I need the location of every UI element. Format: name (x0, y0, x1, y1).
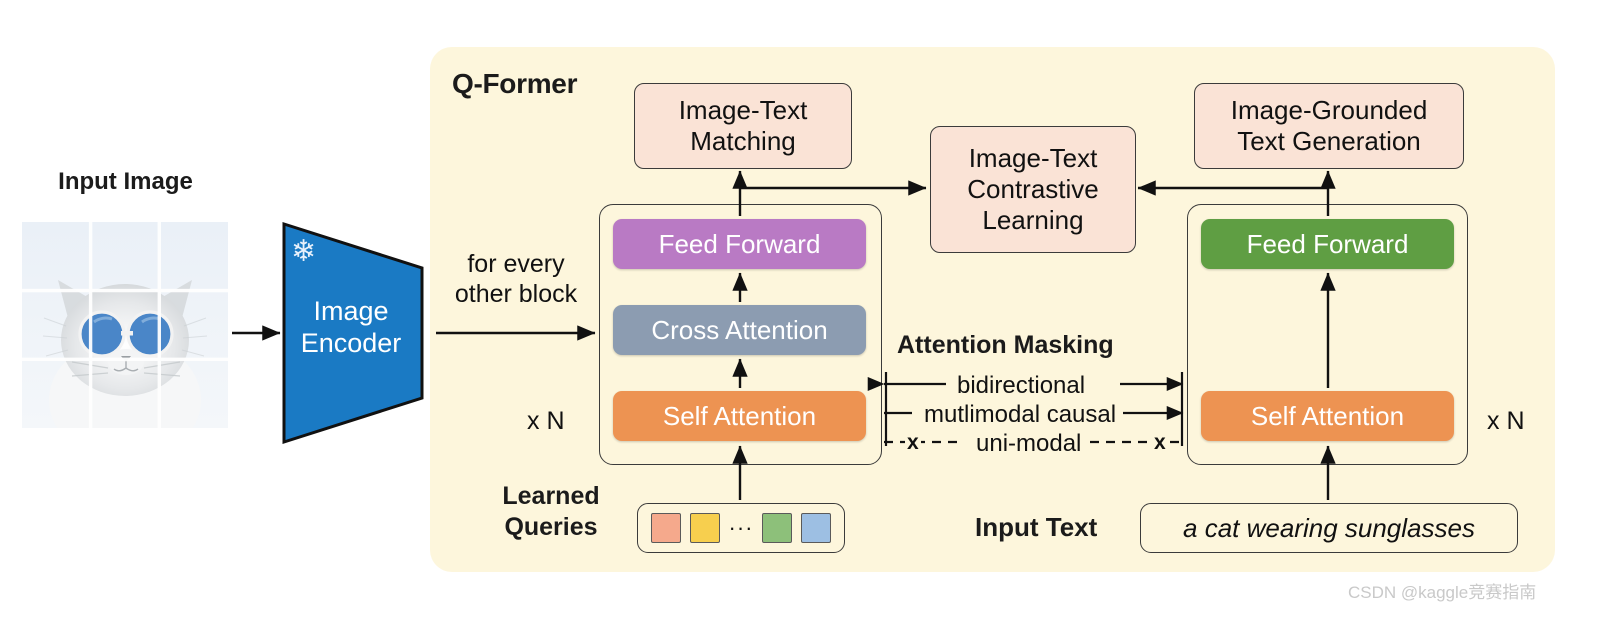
uni-modal-blocked-right-icon: x (1152, 431, 1168, 455)
image-text-contrastive-line2: Contrastive (967, 173, 1099, 204)
query-token-4 (801, 513, 832, 543)
image-encoder-label-line2: Encoder (300, 327, 402, 358)
for-every-other-block-line1: for every (467, 250, 565, 278)
image-grounded-text-generation-box: Image-Grounded Text Generation (1194, 83, 1464, 169)
learned-queries-line1: Learned (502, 482, 600, 510)
snowflake-icon: ❄ (291, 235, 317, 268)
left-self-attention-layer: Self Attention (613, 391, 866, 441)
image-encoder-label-line1: Image (313, 296, 389, 326)
mask-mode-uni-modal: uni-modal (969, 430, 1089, 458)
uni-modal-blocked-left-icon: x (905, 431, 921, 455)
input-text-box: a cat wearing sunglasses (1140, 503, 1518, 553)
input-image-label: Input Image (58, 168, 193, 195)
left-feed-forward-layer: Feed Forward (613, 219, 866, 269)
image-text-matching-line2: Matching (690, 126, 796, 156)
query-token-1 (650, 513, 681, 543)
input-image (22, 222, 228, 428)
learned-queries-box: ··· (637, 503, 845, 553)
image-grounded-line1: Image-Grounded (1230, 94, 1428, 125)
watermark: CSDN @kaggle竞赛指南 (1348, 583, 1537, 602)
attention-masking-title: Attention Masking (897, 331, 1114, 359)
right-self-attention-layer: Self Attention (1201, 391, 1454, 441)
right-feed-forward-layer: Feed Forward (1201, 219, 1454, 269)
for-every-other-block-line2: other block (454, 279, 578, 308)
image-text-contrastive-line3: Learning (982, 205, 1084, 236)
input-image-illustration (22, 222, 228, 428)
mask-mode-multimodal-causal: mutlimodal causal (917, 401, 1124, 429)
mask-mode-bidirectional: bidirectional (950, 372, 1093, 400)
query-ellipsis: ··· (728, 515, 754, 540)
image-text-contrastive-line1: Image-Text (968, 142, 1098, 173)
query-token-3 (762, 513, 793, 543)
q-former-title: Q-Former (452, 68, 578, 99)
image-encoder-label: Image Encoder (276, 296, 426, 360)
repeat-right-label: x N (1487, 407, 1525, 435)
learned-queries-label: Learned Queries (486, 481, 616, 542)
learned-queries-line2: Queries (504, 512, 598, 541)
image-text-matching-line1: Image-Text (678, 94, 808, 125)
diagram-canvas: Q-Former Input Image ❄ Image Encoder for… (0, 0, 1600, 618)
query-token-2 (689, 513, 720, 543)
for-every-other-block-label: for every other block (436, 250, 596, 309)
left-cross-attention-layer: Cross Attention (613, 305, 866, 355)
image-text-contrastive-learning-box: Image-Text Contrastive Learning (930, 126, 1136, 253)
image-text-matching-box: Image-Text Matching (634, 83, 852, 169)
image-grounded-line2: Text Generation (1237, 126, 1421, 156)
repeat-left-label: x N (527, 407, 565, 435)
input-text-label: Input Text (975, 512, 1098, 542)
